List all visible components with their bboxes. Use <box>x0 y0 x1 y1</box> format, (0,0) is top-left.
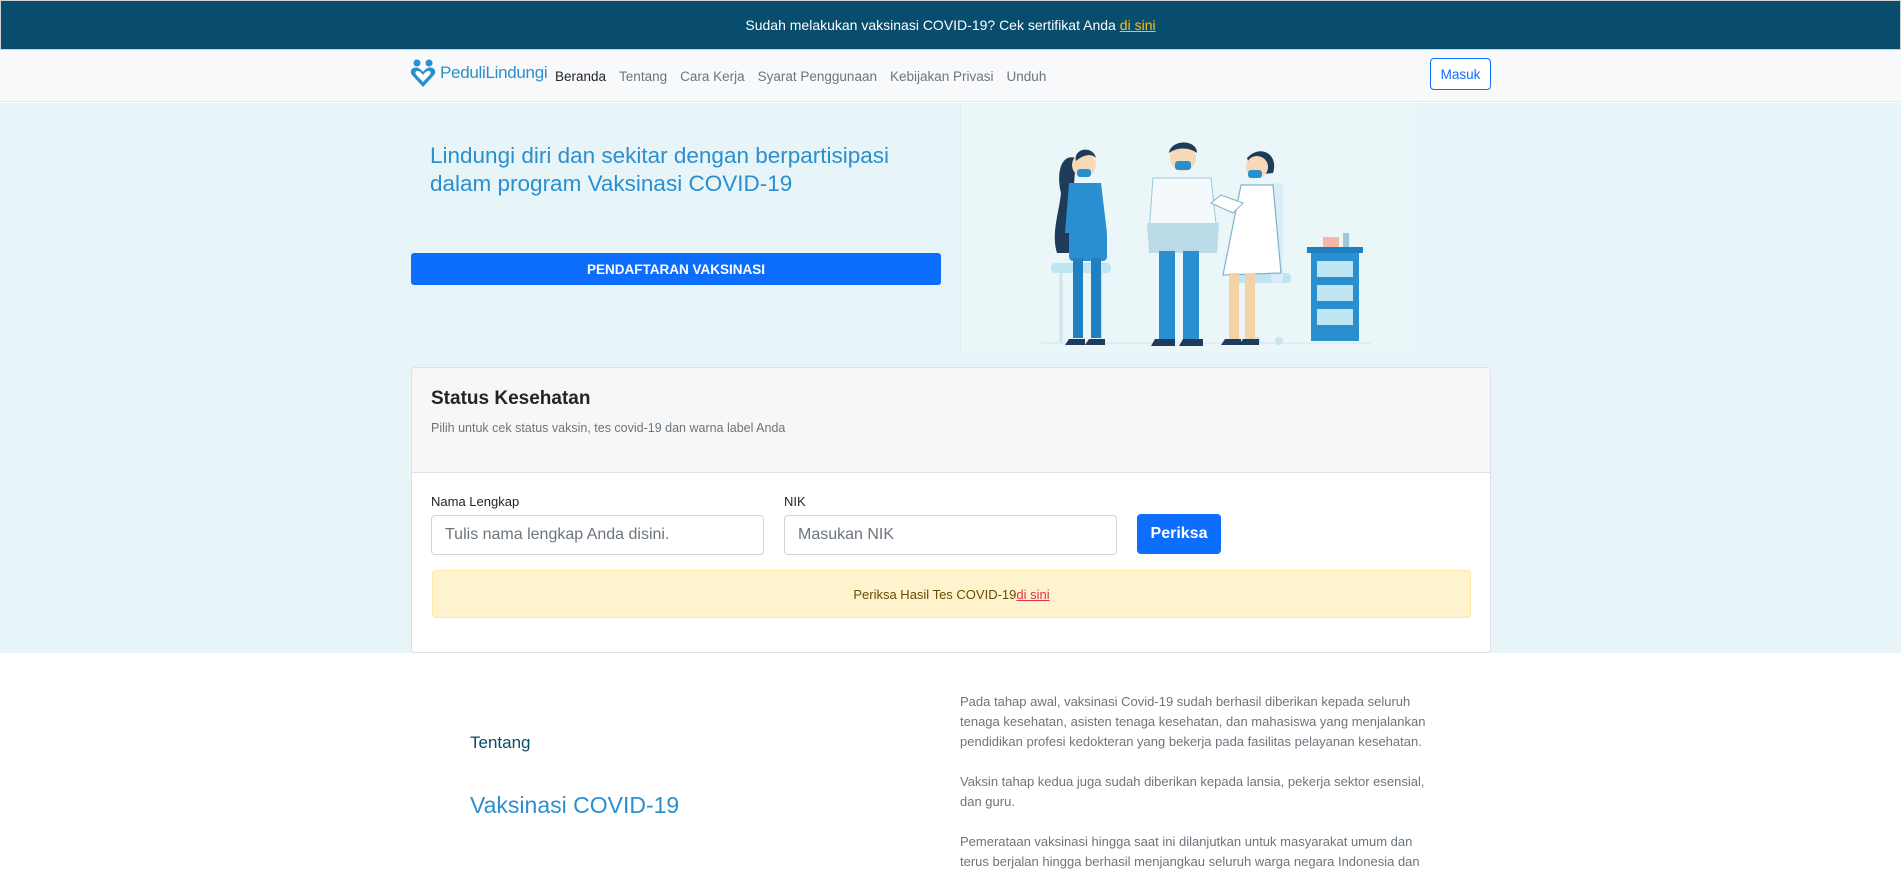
status-subtitle: Pilih untuk cek status vaksin, tes covid… <box>431 421 786 435</box>
name-label: Nama Lengkap <box>431 494 520 509</box>
about-label: Tentang <box>470 733 531 752</box>
certificate-link[interactable]: di sini <box>1120 17 1156 33</box>
brand-logo[interactable]: PeduliLindungi <box>410 58 548 88</box>
nav-unduh[interactable]: Unduh <box>1007 69 1047 84</box>
alert-text: Periksa Hasil Tes COVID-19 <box>853 586 1017 602</box>
nav-tentang[interactable]: Tentang <box>619 69 667 84</box>
nik-input[interactable]: Masukan NIK <box>784 515 1117 555</box>
status-card-header: Status Kesehatan Pilih untuk cek status … <box>412 368 1490 473</box>
vaccination-illustration <box>960 103 1418 353</box>
brand-name: PeduliLindungi <box>440 63 548 82</box>
about-paragraph: Pada tahap awal, vaksinasi Covid-19 suda… <box>960 694 1426 749</box>
brand-heart-icon <box>410 59 436 87</box>
vaccination-registration-button[interactable]: PENDAFTARAN VAKSINASI <box>411 253 941 285</box>
main-nav: Beranda Tentang Cara Kerja Syarat Penggu… <box>555 50 1046 102</box>
nav-kebijakan-privasi[interactable]: Kebijakan Privasi <box>890 69 994 84</box>
test-result-alert: Periksa Hasil Tes COVID-19 di sini <box>432 570 1471 618</box>
about-description: Pada tahap awal, vaksinasi Covid-19 suda… <box>960 692 1440 871</box>
about-title: Vaksinasi COVID-19 <box>470 792 680 818</box>
full-name-input[interactable]: Tulis nama lengkap Anda disini. <box>431 515 764 555</box>
hero-title: Lindungi diri dan sekitar dengan berpart… <box>430 143 890 196</box>
health-status-card: Status Kesehatan Pilih untuk cek status … <box>411 367 1491 653</box>
announcement-bar: Sudah melakukan vaksinasi COVID-19? Cek … <box>0 0 1901 50</box>
navbar: PeduliLindungi Beranda Tentang Cara Kerj… <box>0 50 1901 102</box>
login-button[interactable]: Masuk <box>1430 58 1491 90</box>
nav-cara-kerja[interactable]: Cara Kerja <box>680 69 745 84</box>
about-paragraph: Pemerataan vaksinasi hingga saat ini dil… <box>960 834 1420 869</box>
nav-beranda[interactable]: Beranda <box>555 69 606 84</box>
nik-label: NIK <box>784 494 806 509</box>
nav-syarat-penggunaan[interactable]: Syarat Penggunaan <box>758 69 877 84</box>
about-paragraph: Vaksin tahap kedua juga sudah diberikan … <box>960 774 1425 809</box>
announcement-text: Sudah melakukan vaksinasi COVID-19? Cek … <box>745 17 1116 33</box>
test-result-link[interactable]: di sini <box>1016 587 1049 602</box>
check-button[interactable]: Periksa <box>1137 514 1221 554</box>
status-title: Status Kesehatan <box>431 388 591 409</box>
